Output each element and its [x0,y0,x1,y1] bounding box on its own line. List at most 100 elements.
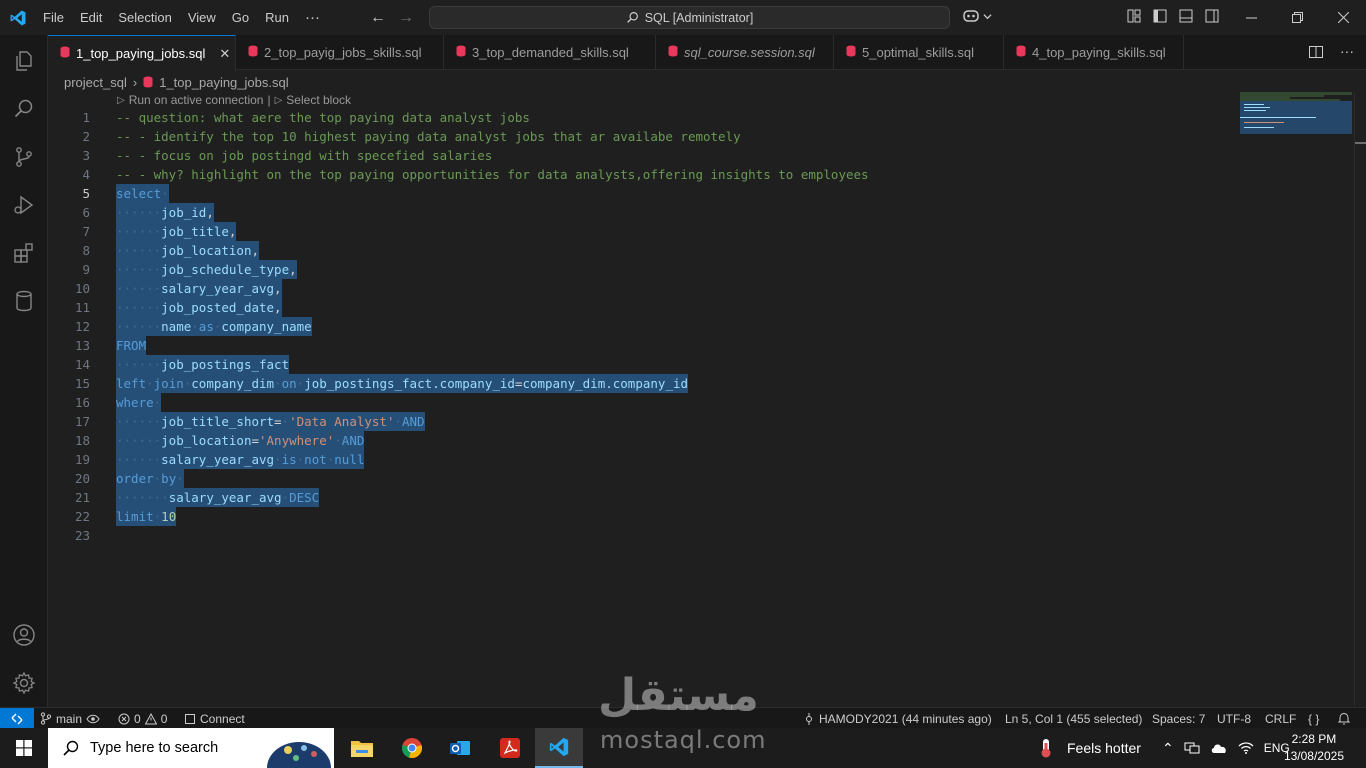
code-line[interactable]: 20 order·by· [48,469,1238,488]
code-line[interactable]: 17 ······job_title_short=·'Data Analyst'·… [48,412,1238,431]
tab-sql-course-session[interactable]: sql_course.session.sql [656,35,834,70]
restore-button[interactable] [1274,0,1320,35]
vscode-taskbar-icon[interactable] [535,728,583,768]
code-line[interactable]: 8 ······job_location, [48,241,1238,260]
minimap[interactable] [1240,92,1352,136]
toggle-panel-icon[interactable] [1178,8,1194,24]
explorer-icon[interactable] [0,37,48,85]
more-actions-icon[interactable]: ··· [1340,44,1354,60]
code-line[interactable]: 18 ······job_location='Anywhere'·AND [48,431,1238,450]
code-line[interactable]: 3 -- - focus on job postingd with specefi… [48,146,1238,165]
code-line[interactable]: 19 ······salary_year_avg·is·not·null [48,450,1238,469]
code-text: ·······salary_year_avg·DESC [116,488,320,507]
menu-view[interactable]: View [180,0,224,35]
network-icon[interactable] [1184,741,1200,755]
onedrive-cloud-icon[interactable] [1210,742,1228,754]
menu-run[interactable]: Run [257,0,297,35]
toggle-secondary-sidebar-icon[interactable] [1204,8,1220,24]
code-line[interactable]: 15 left·join·company_dim·on·job_postings_… [48,374,1238,393]
menu-more[interactable]: ··· [297,0,328,35]
code-line[interactable]: 1 -- question: what aere the top paying d… [48,108,1238,127]
start-button[interactable] [0,728,48,768]
tab-2-top-payig-jobs-skills[interactable]: 2_top_payig_jobs_skills.sql [236,35,444,70]
code-line[interactable]: 21 ·······salary_year_avg·DESC [48,488,1238,507]
code-line[interactable]: 11 ······job_posted_date, [48,298,1238,317]
close-window-button[interactable] [1320,0,1366,35]
database-icon[interactable] [0,277,48,325]
close-icon[interactable]: ✕ [219,46,230,62]
code-line[interactable]: 12 ······name·as·company_name [48,317,1238,336]
extensions-icon[interactable] [0,229,48,277]
acrobat-reader-icon[interactable] [486,728,534,768]
language-mode[interactable]: { } [1308,708,1319,729]
minimize-button[interactable] [1228,0,1274,35]
code-line[interactable]: 14 ······job_postings_fact [48,355,1238,374]
clock[interactable]: 2:28 PM 13/08/2025 [1284,731,1344,765]
eol-status[interactable]: CRLF [1265,708,1296,729]
code-line[interactable]: 23 [48,526,1238,545]
customize-layout-icon[interactable] [1126,8,1142,24]
notifications-bell-icon[interactable] [1338,708,1350,729]
code-line[interactable]: 16 where· [48,393,1238,412]
code-line[interactable]: 9 ······job_schedule_type, [48,260,1238,279]
code-line[interactable]: 6 ······job_id, [48,203,1238,222]
breadcrumb-file[interactable]: 1_top_paying_jobs.sql [159,75,288,90]
menu-file[interactable]: File [35,0,72,35]
code-line[interactable]: 22 limit·10 [48,507,1238,526]
run-on-active-connection-link[interactable]: Run on active connection [129,93,264,107]
line-number: 10 [74,281,90,296]
back-arrow-icon[interactable]: ← [370,9,386,27]
tab-5-optimal-skills[interactable]: 5_optimal_skills.sql [834,35,1004,70]
code-line[interactable]: 4 -- - why? highlight on the top paying o… [48,165,1238,184]
forward-arrow-icon[interactable]: → [398,9,414,27]
code-line[interactable]: 7 ······job_title, [48,222,1238,241]
gear-icon[interactable] [0,659,48,707]
tab-1-top-paying-jobs[interactable]: 1_top_paying_jobs.sql ✕ [48,35,236,71]
branch-status[interactable]: main [40,708,100,729]
menu-bar: File Edit Selection View Go Run ··· [35,0,328,35]
connect-status[interactable]: Connect [184,708,245,729]
chevron-up-icon[interactable]: ⌃ [1162,740,1174,757]
vertical-scrollbar[interactable] [1354,92,1366,706]
source-control-icon[interactable] [0,133,48,181]
select-block-link[interactable]: Select block [286,93,351,107]
accounts-icon[interactable] [0,611,48,659]
indentation-status[interactable]: Spaces: 7 [1152,708,1205,729]
split-editor-icon[interactable] [1308,44,1324,60]
code-text: ······salary_year_avg, [116,279,282,298]
code-line[interactable]: 2 -- - identify the top 10 highest paying… [48,127,1238,146]
run-debug-icon[interactable] [0,181,48,229]
code-line[interactable]: 10 ······salary_year_avg, [48,279,1238,298]
cursor-position[interactable]: Ln 5, Col 1 (455 selected) [1005,708,1142,729]
outlook-icon[interactable] [436,728,484,768]
menu-edit[interactable]: Edit [72,0,110,35]
weather-widget[interactable]: Feels hotter [1036,728,1141,768]
breadcrumb: project_sql › 1_top_paying_jobs.sql [64,72,289,92]
git-blame-status[interactable]: HAMODY2021 (44 minutes ago) [803,708,992,729]
chrome-icon[interactable] [388,728,436,768]
file-explorer-icon[interactable] [338,728,386,768]
taskbar-search[interactable]: Type here to search [48,728,334,768]
vscode-logo-icon [0,0,35,35]
code-line[interactable]: 13 FROM [48,336,1238,355]
command-center[interactable]: SQL [Administrator] [429,6,950,29]
menu-go[interactable]: Go [224,0,257,35]
remote-icon [11,713,23,724]
encoding-status[interactable]: UTF-8 [1217,708,1251,729]
code-text: ······job_id, [116,203,214,222]
breadcrumb-folder[interactable]: project_sql [64,75,127,90]
search-placeholder: Type here to search [90,740,219,756]
menu-selection[interactable]: Selection [110,0,179,35]
tab-3-top-demanded-skills[interactable]: 3_top_demanded_skills.sql [444,35,656,70]
code-line[interactable]: 5 select· [48,184,1238,203]
system-tray: ⌃ ENG [1162,728,1290,768]
code-editor[interactable]: 1 -- question: what aere the top paying d… [48,108,1366,706]
tab-4-top-paying-skills[interactable]: 4_top_paying_skills.sql [1004,35,1184,70]
wifi-icon[interactable] [1238,741,1254,755]
remote-indicator[interactable] [0,708,34,729]
line-number: 3 [82,148,90,163]
problems-status[interactable]: 0 0 [118,708,167,729]
toggle-primary-sidebar-icon[interactable] [1152,8,1168,24]
copilot-button[interactable] [962,8,992,24]
search-view-icon[interactable] [0,85,48,133]
